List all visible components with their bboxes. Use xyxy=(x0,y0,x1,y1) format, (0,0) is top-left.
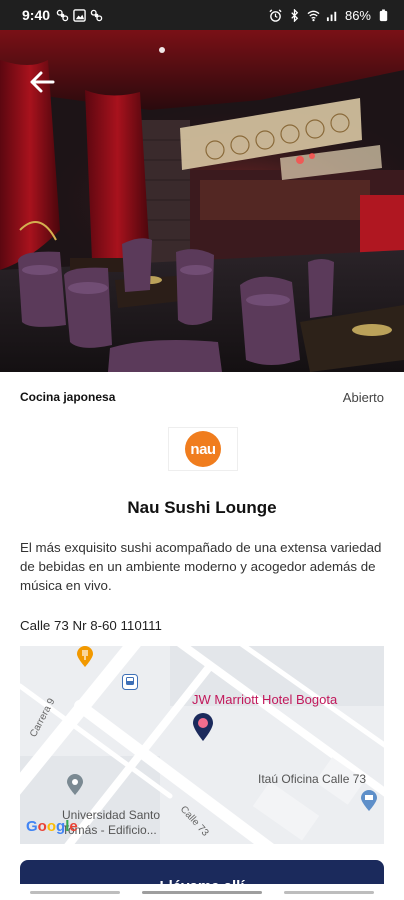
signal-icon xyxy=(326,11,337,21)
alarm-icon xyxy=(269,8,282,22)
location-map[interactable]: JW Marriott Hotel Bogota Itaú Oficina Ca… xyxy=(20,646,384,844)
back-button[interactable] xyxy=(22,62,62,102)
map-bank-label: Itaú Oficina Calle 73 xyxy=(258,772,367,786)
status-time: 9:40 xyxy=(22,7,51,23)
restaurant-description: El más exquisito sushi acompañado de una… xyxy=(20,540,382,593)
battery-percentage: 86% xyxy=(344,7,371,23)
map-hotel-label: JW Marriott Hotel Bogota xyxy=(192,692,338,707)
status-bar: 9:40 86% xyxy=(0,0,404,30)
bluetooth-icon xyxy=(291,8,299,22)
transit-icon xyxy=(122,674,138,690)
food-marker-icon xyxy=(77,646,93,667)
cuisine-category: Cocina japonesa xyxy=(20,390,116,404)
location-pin-icon xyxy=(193,713,213,741)
google-logo: Google xyxy=(26,818,78,835)
restaurant-logo: nau xyxy=(168,427,238,471)
open-status: Abierto xyxy=(342,390,384,405)
nav-home-handle[interactable] xyxy=(142,890,262,894)
wifi-icon xyxy=(307,10,320,21)
bank-marker-icon xyxy=(361,790,377,811)
gallery-icon xyxy=(73,8,86,22)
university-marker-icon xyxy=(67,774,83,795)
logo-badge: nau xyxy=(185,431,221,467)
system-nav-bar xyxy=(0,884,404,900)
arrow-left-icon xyxy=(30,71,55,93)
hero-photo xyxy=(0,30,404,372)
restaurant-address: Calle 73 Nr 8-60 110111 xyxy=(20,618,162,633)
nav-back-handle[interactable] xyxy=(284,890,374,894)
restaurant-name: Nau Sushi Lounge xyxy=(127,498,277,517)
fan-icon xyxy=(90,9,103,21)
category-row: Cocina japonesa Abierto xyxy=(20,390,384,405)
restaurant-details: Cocina japonesa Abierto nau Nau Sushi Lo… xyxy=(0,372,404,900)
battery-icon xyxy=(379,8,388,21)
fan-icon xyxy=(56,9,69,21)
nav-recents-handle[interactable] xyxy=(30,890,120,894)
